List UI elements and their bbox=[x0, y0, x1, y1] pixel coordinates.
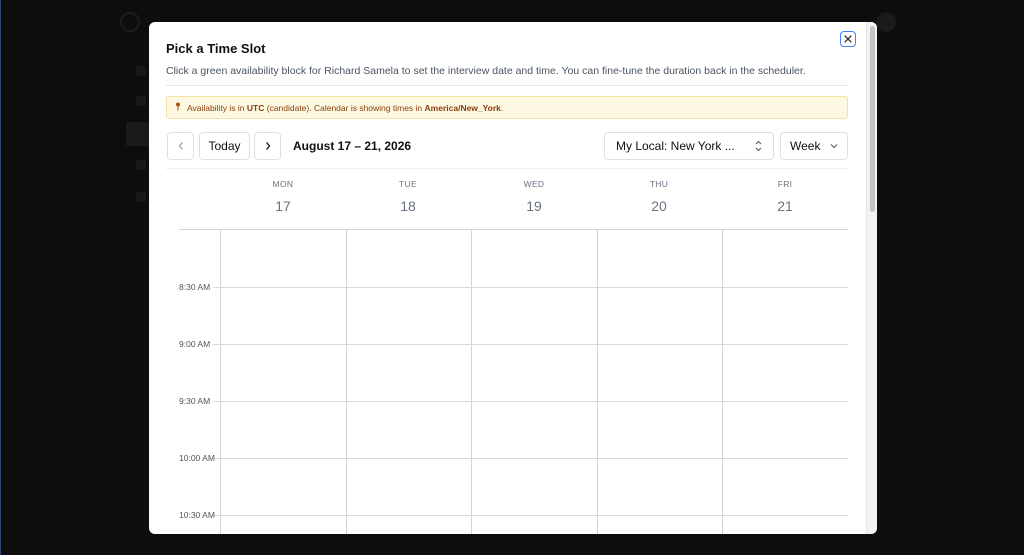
day-of-week: MON bbox=[272, 179, 294, 189]
view-select-value: Week bbox=[790, 139, 821, 153]
timezone-banner: Availability is in UTC (candidate). Cale… bbox=[166, 96, 848, 119]
sidebar-item bbox=[136, 96, 146, 106]
candidate-timezone: UTC bbox=[246, 102, 265, 113]
day-number: 18 bbox=[400, 198, 416, 214]
grid-column-divider bbox=[220, 229, 221, 534]
sidebar-item bbox=[136, 66, 146, 76]
date-range-label: August 17 – 21, 2026 bbox=[293, 139, 412, 153]
previous-week-button[interactable] bbox=[167, 132, 194, 160]
grid-row-line bbox=[213, 287, 848, 288]
view-select[interactable]: Week bbox=[780, 132, 848, 160]
time-slot-dialog: Pick a Time Slot Click a green availabil… bbox=[149, 22, 877, 534]
day-of-week: TUE bbox=[399, 179, 417, 189]
day-number: 17 bbox=[275, 198, 291, 214]
chevron-right-icon bbox=[265, 142, 270, 150]
divider bbox=[166, 168, 848, 169]
time-label: 10:30 AM bbox=[179, 510, 215, 520]
chevron-down-icon bbox=[830, 141, 838, 151]
updown-chevron-icon bbox=[755, 140, 762, 152]
banner-middle: (candidate). Calendar is showing times i… bbox=[266, 102, 423, 113]
day-of-week: WED bbox=[523, 179, 545, 189]
day-number: 21 bbox=[777, 198, 793, 214]
day-number: 20 bbox=[651, 198, 667, 214]
grid-column-divider bbox=[597, 229, 598, 534]
time-label: 9:30 AM bbox=[179, 396, 211, 406]
time-label: 8:30 AM bbox=[179, 282, 211, 292]
sidebar-item-active bbox=[126, 122, 150, 146]
calendar-timezone: America/New_York bbox=[424, 102, 501, 113]
divider bbox=[166, 85, 848, 86]
grid-column-divider bbox=[346, 229, 347, 534]
day-number: 19 bbox=[526, 198, 542, 214]
dialog-description: Click a green availability block for Ric… bbox=[166, 65, 806, 77]
time-label: 9:00 AM bbox=[179, 339, 211, 349]
scrollbar-thumb[interactable] bbox=[870, 26, 875, 212]
app-logo bbox=[120, 12, 140, 32]
close-icon bbox=[844, 35, 852, 43]
time-label: 10:00 AM bbox=[179, 453, 215, 463]
avatar bbox=[876, 12, 896, 32]
today-button[interactable]: Today bbox=[199, 132, 250, 160]
scrollbar[interactable] bbox=[866, 22, 877, 534]
pin-icon bbox=[175, 102, 181, 113]
timezone-select[interactable]: My Local: New York ... bbox=[604, 132, 774, 160]
banner-suffix: . bbox=[500, 102, 504, 113]
next-week-button[interactable] bbox=[254, 132, 281, 160]
grid-row-line bbox=[213, 401, 848, 402]
grid-row-line bbox=[213, 515, 848, 516]
day-header-fri: FRI 21 bbox=[755, 179, 815, 214]
day-header-wed: WED 19 bbox=[504, 179, 564, 214]
grid-top-border bbox=[179, 229, 848, 230]
grid-column-divider bbox=[722, 229, 723, 534]
close-button[interactable] bbox=[840, 31, 856, 47]
day-of-week: FRI bbox=[777, 179, 793, 189]
grid-row-line bbox=[213, 344, 848, 345]
grid-row-line bbox=[213, 458, 848, 459]
day-header-mon: MON 17 bbox=[253, 179, 313, 214]
chevron-left-icon bbox=[178, 142, 183, 150]
dialog-title: Pick a Time Slot bbox=[166, 41, 266, 56]
window-edge bbox=[0, 0, 1, 555]
banner-prefix: Availability is in bbox=[187, 102, 245, 113]
timezone-select-value: My Local: New York ... bbox=[616, 139, 735, 153]
grid-column-divider bbox=[471, 229, 472, 534]
sidebar-item bbox=[136, 160, 146, 170]
day-of-week: THU bbox=[649, 179, 669, 189]
day-header-tue: TUE 18 bbox=[378, 179, 438, 214]
sidebar-item bbox=[136, 192, 146, 202]
day-header-thu: THU 20 bbox=[629, 179, 689, 214]
